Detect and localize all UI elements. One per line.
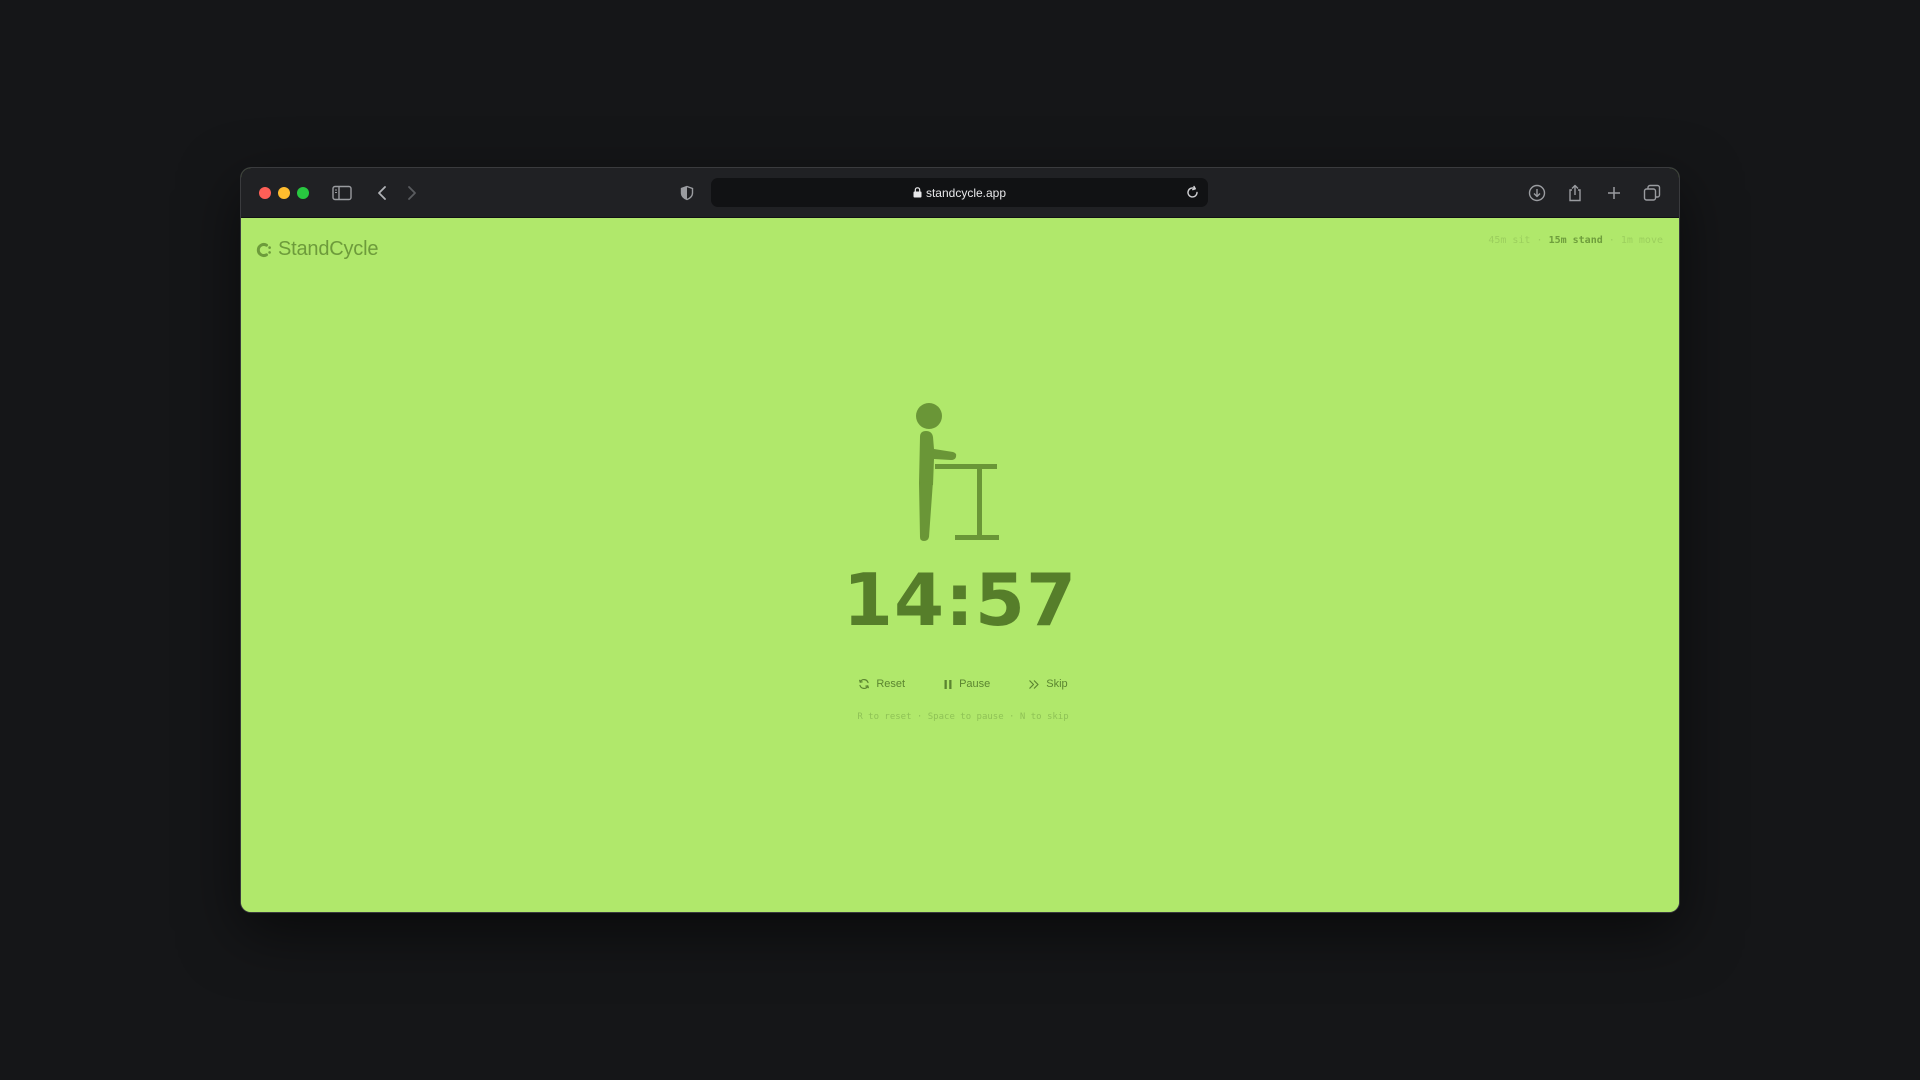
reset-button[interactable]: Reset <box>858 678 905 690</box>
back-icon[interactable] <box>371 182 393 204</box>
reload-icon[interactable] <box>1185 185 1200 200</box>
skip-icon <box>1028 679 1040 690</box>
cycle-logo-icon <box>256 242 272 258</box>
pause-icon <box>943 679 953 690</box>
tab-overview-icon[interactable] <box>1641 182 1663 204</box>
schedule-sit: 45m sit <box>1488 235 1531 246</box>
skip-label: Skip <box>1046 678 1068 690</box>
keyboard-hints: R to reset · Space to pause · N to skip <box>857 712 1069 722</box>
brand-name: StandCycle <box>278 238 379 260</box>
browser-toolbar: standcycle.app <box>241 168 1679 218</box>
standing-desk-icon <box>901 403 1001 543</box>
reset-icon <box>858 678 870 690</box>
reset-label: Reset <box>876 678 906 690</box>
lock-icon <box>913 187 922 198</box>
skip-button[interactable]: Skip <box>1028 678 1068 690</box>
app-brand[interactable]: StandCycle <box>256 238 378 261</box>
privacy-shield-icon[interactable] <box>676 182 698 204</box>
pause-button[interactable]: Pause <box>943 678 990 690</box>
cycle-schedule: 45m sit · 15m stand · 1m move <box>1488 235 1663 246</box>
browser-window: standcycle.app StandCycle 45m sit · 15m … <box>241 168 1679 912</box>
share-icon[interactable] <box>1564 182 1586 204</box>
minimize-window-button[interactable] <box>278 187 290 199</box>
countdown-timer: 14:57 <box>842 558 1078 642</box>
zoom-window-button[interactable] <box>297 187 309 199</box>
new-tab-icon[interactable] <box>1603 182 1625 204</box>
schedule-stand: 15m stand <box>1548 235 1603 246</box>
address-bar[interactable]: standcycle.app <box>711 178 1208 207</box>
sidebar-toggle-icon[interactable] <box>331 182 353 204</box>
pause-label: Pause <box>959 678 991 690</box>
download-icon[interactable] <box>1526 182 1548 204</box>
timer-controls: Reset Pause Skip <box>241 678 1679 690</box>
close-window-button[interactable] <box>259 187 271 199</box>
app-content: StandCycle 45m sit · 15m stand · 1m move… <box>241 218 1679 912</box>
forward-icon[interactable] <box>401 182 423 204</box>
url-text: standcycle.app <box>925 185 1007 200</box>
schedule-move: 1m move <box>1620 235 1663 246</box>
